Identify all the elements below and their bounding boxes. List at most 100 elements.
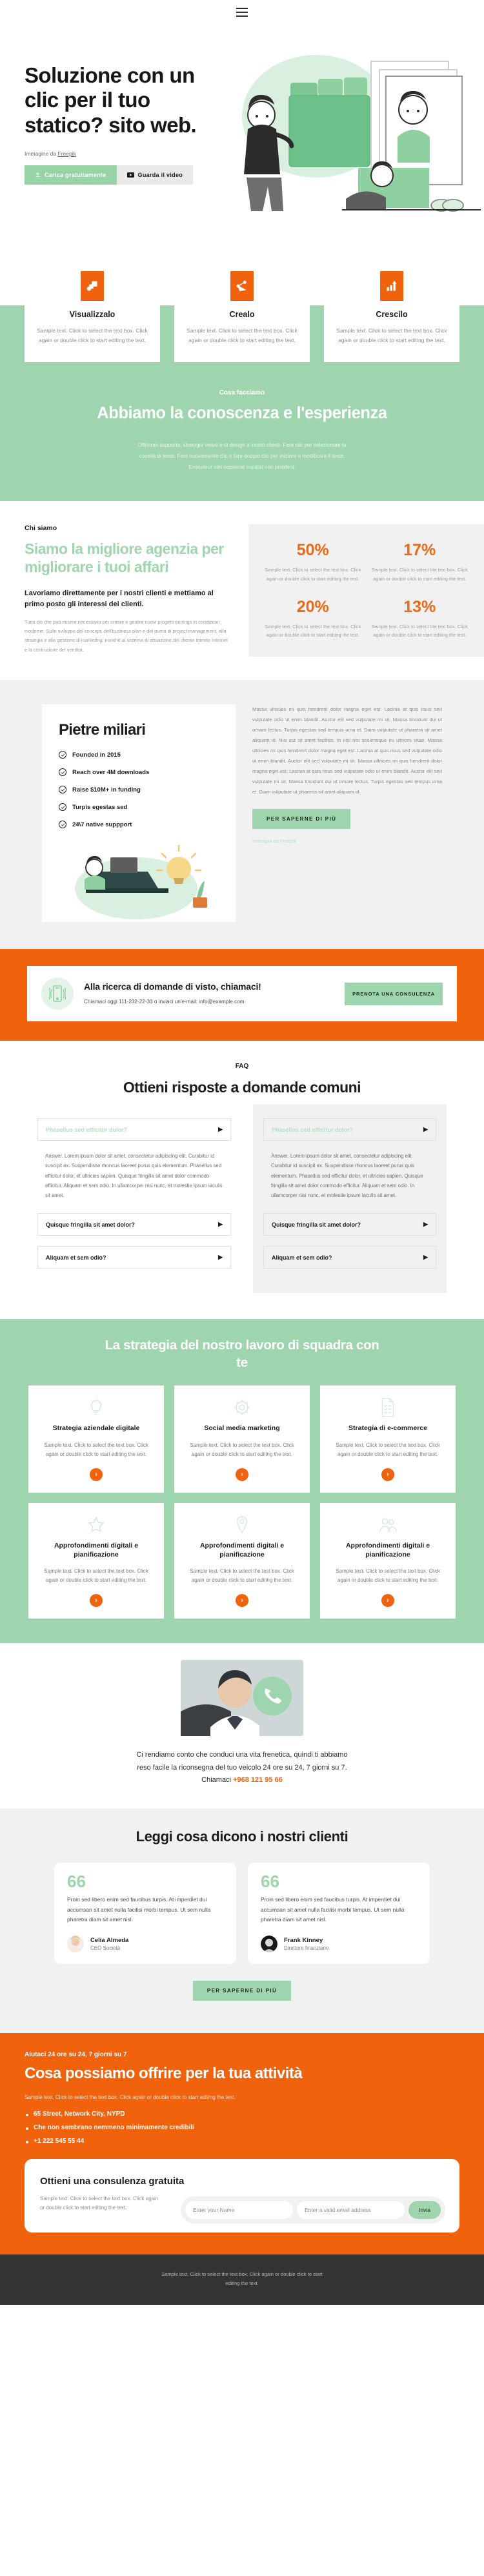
chevron-right-icon: ▶	[423, 1221, 428, 1228]
faq-question-open[interactable]: Phasellus sed efficitur dolor? ▶	[263, 1118, 436, 1141]
milestone-label: Reach over 4M downloads	[72, 768, 150, 776]
chevron-right-icon[interactable]: ›	[90, 1468, 103, 1482]
faq-question-label: Phasellus sed efficitur dolor?	[272, 1126, 354, 1133]
faq-question[interactable]: Aliquam et sem odio? ▶	[263, 1246, 436, 1269]
watch-video-label: Guarda il video	[137, 171, 183, 178]
faq-question[interactable]: Quisque fringilla sit amet dolor? ▶	[263, 1213, 436, 1236]
strategy-card-title: Approfondimenti digitali e pianificazion…	[54, 1542, 139, 1559]
stat-text: Sample text. Click to select the text bo…	[371, 567, 468, 582]
feature-card[interactable]: Visualizzalo Sample text. Click to selec…	[25, 271, 160, 362]
footer-cta-section: Aiutaci 24 ore su 24, 7 giorni su 7 Cosa…	[0, 2032, 484, 2254]
testimonial-text: Proin sed libero enim sed faucibus turpi…	[261, 1896, 405, 1923]
features-row: Visualizzalo Sample text. Click to selec…	[0, 271, 484, 370]
strategy-card-title: Social media marketing	[204, 1424, 280, 1433]
testimonial-name: Celia Almeda	[90, 1936, 129, 1944]
email-input[interactable]	[297, 2200, 405, 2219]
footer-contact-item: Che non sembrano nemmeno minimamente cre…	[25, 2124, 459, 2131]
stat-text: Sample text. Click to select the text bo…	[265, 623, 361, 639]
call-cta-title: Alla ricerca di domande di visto, chiama…	[84, 981, 261, 992]
strategy-card[interactable]: Strategia aziendale digitale Sample text…	[28, 1385, 164, 1493]
site-header	[0, 0, 484, 25]
milestones-illustration	[59, 838, 219, 922]
footer-cta-title: Cosa possiamo offrire per la tua attivit…	[25, 2064, 303, 2082]
milestones-paragraph: Massa ultricies mi quis hendrerit dolor …	[252, 706, 442, 795]
footer-contact-item: +1 222 545 55 44	[25, 2138, 459, 2145]
strategy-card-title: Strategia di e-commerce	[348, 1424, 427, 1433]
name-input[interactable]	[185, 2200, 294, 2219]
footer-text: Sample text. Click to select the text bo…	[161, 2271, 323, 2286]
chevron-right-icon[interactable]: ›	[90, 1594, 103, 1608]
hamburger-menu-icon[interactable]	[236, 8, 248, 17]
milestone-label: Raise $10M+ in funding	[72, 786, 141, 793]
consultation-form-card: Ottieni una consulenza gratuita Sample t…	[25, 2158, 459, 2233]
watch-video-button[interactable]: Guarda il video	[116, 165, 194, 185]
testimonial-name: Frank Kinney	[284, 1936, 323, 1944]
testimonial-role: CEO Società	[90, 1945, 121, 1951]
feature-card[interactable]: Crealo Sample text. Click to select the …	[174, 271, 310, 362]
check-circle-icon	[59, 751, 66, 759]
strategy-card[interactable]: Approfondimenti digitali e pianificazion…	[28, 1503, 164, 1619]
faq-question-open[interactable]: Phasellus sed efficitur dolor? ▶	[37, 1118, 231, 1141]
send-button[interactable]: Invia	[408, 2200, 441, 2219]
chevron-right-icon: ▶	[423, 1254, 428, 1261]
chevron-right-icon[interactable]: ›	[236, 1468, 248, 1482]
learn-more-button[interactable]: PER SAPERNE DI PIÙ	[252, 808, 351, 829]
support-phone[interactable]: +968 121 95 66	[233, 1776, 283, 1784]
milestone-label: 24\7 native suppport	[72, 821, 132, 828]
strategy-card[interactable]: Approfondimenti digitali e pianificazion…	[174, 1503, 310, 1619]
avatar	[261, 1935, 277, 1952]
hero-illustration	[213, 39, 484, 232]
check-circle-icon	[59, 786, 66, 794]
strategy-card-text: Sample text. Click to select the text bo…	[44, 1442, 148, 1458]
strategy-card[interactable]: Social media marketing Sample text. Clic…	[174, 1385, 310, 1493]
faq-question[interactable]: Quisque fringilla sit amet dolor? ▶	[37, 1213, 231, 1236]
hero-section: Soluzione con un clic per il tuo statico…	[0, 25, 484, 244]
faq-section: FAQ Ottieni risposte a domande comuni Ph…	[0, 1041, 484, 1320]
strategy-card[interactable]: Strategia di e-commerce Sample text. Cli…	[320, 1385, 456, 1493]
faq-columns: Phasellus sed efficitur dolor? ▶ Answer.…	[0, 1104, 484, 1294]
stat-item: 20% Sample text. Click to select the tex…	[263, 598, 363, 640]
bar-chart-growth-icon	[380, 271, 403, 301]
book-consultation-button[interactable]: PRENOTA UNA CONSULENZA	[345, 982, 443, 1005]
strategy-card-text: Sample text. Click to select the text bo…	[190, 1568, 294, 1584]
consultation-form: Invia	[181, 2196, 445, 2223]
milestones-card: Pietre miliari Founded in 2015 Reach ove…	[42, 704, 236, 923]
page-title: Soluzione con un clic per il tuo statico…	[25, 63, 197, 137]
testimonials-section: Leggi cosa dicono i nostri clienti 66 Pr…	[0, 1808, 484, 2033]
strategy-card-text: Sample text. Click to select the text bo…	[44, 1568, 148, 1584]
faq-answer: Answer. Lorem ipsum dolor sit amet, cons…	[271, 1153, 423, 1198]
strategy-card-title: Strategia aziendale digitale	[52, 1424, 140, 1433]
knowledge-section: Cosa facciamo Abbiamo la conoscenza e l'…	[0, 369, 484, 502]
chevron-right-icon[interactable]: ›	[381, 1594, 394, 1608]
strategy-card-title: Approfondimenti digitali e pianificazion…	[345, 1542, 430, 1559]
form-subtitle: Sample text. Click to select the text bo…	[40, 2195, 159, 2211]
milestone-item: 24\7 native suppport	[59, 821, 219, 829]
faq-question[interactable]: Aliquam et sem odio? ▶	[37, 1246, 231, 1269]
strategy-title: La strategia del nostro lavoro di squadr…	[105, 1338, 379, 1370]
chevron-right-icon[interactable]: ›	[236, 1594, 248, 1608]
upload-icon	[35, 172, 41, 178]
milestone-item: Founded in 2015	[59, 751, 219, 759]
testimonials-row: 66 Proin sed libero enim sed faucibus tu…	[0, 1862, 484, 1964]
strategy-card-title: Approfondimenti digitali e pianificazion…	[199, 1542, 285, 1559]
faq-question-label: Phasellus sed efficitur dolor?	[46, 1126, 128, 1133]
upload-free-button[interactable]: Carica gratuitamente	[25, 165, 117, 185]
strategy-section: La strategia del nostro lavoro di squadr…	[0, 1319, 484, 1644]
testimonials-learn-more-button[interactable]: PER SAPERNE DI PIÙ	[192, 1980, 292, 2001]
stat-text: Sample text. Click to select the text bo…	[265, 567, 361, 582]
testimonials-title: Leggi cosa dicono i nostri clienti	[136, 1828, 348, 1845]
stat-item: 17% Sample text. Click to select the tex…	[370, 541, 470, 583]
feature-title: Visualizzalo	[69, 310, 116, 319]
strategy-card-text: Sample text. Click to select the text bo…	[336, 1568, 440, 1584]
quote-icon: 66	[261, 1871, 279, 1891]
call-cta-section: Alla ricerca di domande di visto, chiama…	[0, 949, 484, 1041]
chevron-right-icon[interactable]: ›	[381, 1468, 394, 1482]
freepik-link[interactable]: Freepik	[58, 150, 76, 157]
footer-contact-list: 65 Street, Network City, NYPD Che non se…	[25, 2111, 459, 2145]
lightbulb-icon	[37, 1396, 155, 1419]
strategy-card[interactable]: Approfondimenti digitali e pianificazion…	[320, 1503, 456, 1619]
stat-number: 20%	[296, 597, 329, 616]
feature-card[interactable]: Crescilo Sample text. Click to select th…	[324, 271, 459, 362]
knowledge-text: Offriamo supporto, strategie visive e di…	[137, 442, 347, 471]
freepik-link[interactable]: Freepik	[280, 838, 296, 844]
